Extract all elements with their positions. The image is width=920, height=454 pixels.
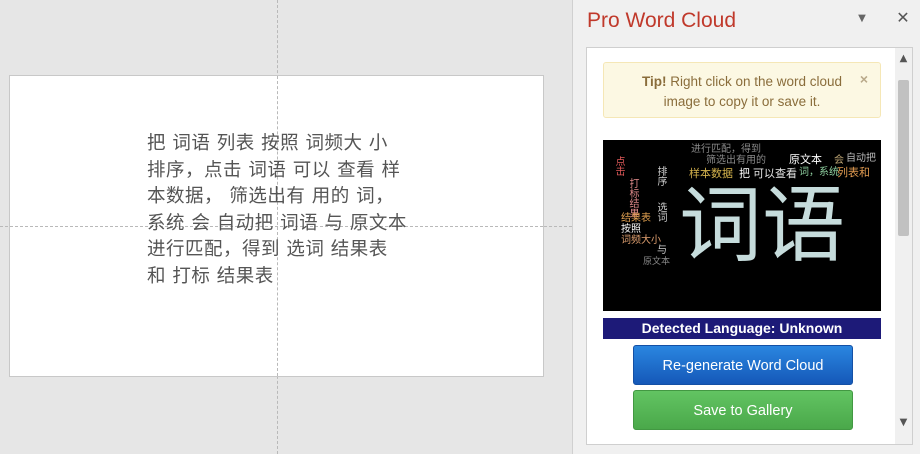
tip-text: Right click on the word cloud image to c…: [663, 74, 843, 109]
cloud-word: 按照: [621, 224, 641, 235]
scroll-up-icon[interactable]: ▲: [895, 52, 912, 66]
cloud-word: 结果表: [621, 213, 651, 224]
cloud-word: 列表和: [837, 166, 870, 179]
cloud-word: 进行匹配，得到: [691, 144, 761, 155]
cloud-word: 与: [657, 245, 667, 256]
scroll-thumb[interactable]: [898, 80, 909, 236]
tip-close-icon[interactable]: ×: [860, 69, 868, 89]
slide-canvas-area: 把 词语 列表 按照 词频大 小 排序，点击 词语 可以 查看 样本数据， 筛选…: [0, 0, 572, 454]
slide[interactable]: 把 词语 列表 按照 词频大 小 排序，点击 词语 可以 查看 样本数据， 筛选…: [9, 75, 544, 377]
save-to-gallery-button[interactable]: Save to Gallery: [633, 390, 853, 430]
cloud-word: 会: [834, 155, 844, 166]
cloud-word: 自动把: [846, 153, 876, 164]
cloud-word: 筛选出有用的: [706, 155, 766, 166]
word-cloud-task-pane: Pro Word Cloud ▼ ✕ Tip! Right click on t…: [572, 0, 920, 454]
cloud-word: 把: [739, 167, 750, 180]
pane-scrollbar[interactable]: ▲ ▼: [895, 48, 912, 444]
pane-title: Pro Word Cloud: [587, 9, 737, 32]
cloud-word: 点击: [613, 156, 624, 176]
chevron-down-icon[interactable]: ▼: [854, 11, 870, 27]
cloud-word: 样本数据: [689, 167, 733, 180]
cloud-word: 打标结果: [627, 178, 638, 218]
scroll-down-icon[interactable]: ▼: [895, 416, 912, 430]
cloud-word: 选词: [655, 202, 666, 222]
cloud-word: 原文本: [643, 257, 671, 267]
detected-language-bar: Detected Language: Unknown: [603, 318, 881, 339]
pane-body: Tip! Right click on the word cloud image…: [586, 47, 913, 445]
cloud-word: 排序: [655, 166, 666, 186]
cloud-word: 词，系统: [799, 167, 839, 178]
cloud-word: 词语: [679, 177, 845, 274]
cloud-word: 词频大小: [621, 235, 661, 246]
regenerate-word-cloud-button[interactable]: Re-generate Word Cloud: [633, 345, 853, 385]
cloud-word: 可以查看: [753, 167, 797, 180]
slide-text-box[interactable]: 把 词语 列表 按照 词频大 小 排序，点击 词语 可以 查看 样本数据， 筛选…: [147, 131, 412, 290]
tip-alert: Tip! Right click on the word cloud image…: [603, 62, 881, 118]
cloud-word: 原文本: [789, 153, 822, 166]
tip-label: Tip!: [641, 74, 667, 89]
word-cloud-image[interactable]: 词语 进行匹配，得到 筛选出有用的 原文本 会 自动把 样本数据 把 可以查看 …: [603, 140, 881, 311]
close-icon[interactable]: ✕: [895, 10, 911, 26]
